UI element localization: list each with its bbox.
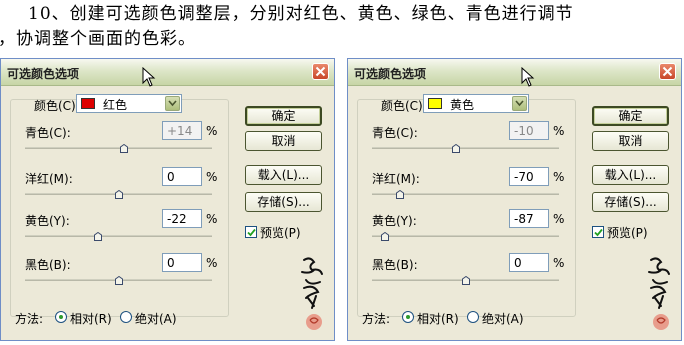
- dropdown-button[interactable]: [512, 96, 527, 111]
- slider-value-input[interactable]: -10: [509, 121, 549, 140]
- slider-value-input[interactable]: -22: [162, 209, 202, 228]
- slider-thumb[interactable]: [381, 232, 390, 241]
- radio-selected-dot: [406, 315, 410, 319]
- preview-label[interactable]: 预览(P): [607, 224, 648, 241]
- preview-checkbox[interactable]: [245, 226, 257, 238]
- signature-stamp-icon: [301, 257, 323, 330]
- slider-label: 黑色(B):: [372, 258, 418, 272]
- absolute-radio[interactable]: [120, 311, 132, 323]
- slider-thumb[interactable]: [114, 190, 123, 199]
- load-button[interactable]: 载入(L)...: [245, 165, 322, 185]
- slider-value-input[interactable]: -87: [509, 209, 549, 228]
- slider-label: 黄色(Y):: [25, 214, 70, 228]
- save-button[interactable]: 存储(S)...: [245, 192, 322, 212]
- relative-radio[interactable]: [402, 311, 414, 323]
- title-bar[interactable]: 可选颜色选项: [1, 59, 334, 87]
- relative-radio[interactable]: [55, 311, 67, 323]
- color-swatch: [428, 98, 442, 109]
- absolute-label[interactable]: 绝对(A): [482, 310, 524, 327]
- ok-button[interactable]: 确定: [592, 106, 669, 126]
- relative-label[interactable]: 相对(R): [417, 310, 459, 327]
- close-button[interactable]: [659, 63, 676, 80]
- slider-label: 黑色(B):: [25, 258, 71, 272]
- slider-label: 洋红(M):: [25, 172, 73, 186]
- checkmark-icon: [247, 228, 256, 237]
- dialog-title: 可选颜色选项: [7, 67, 80, 81]
- title-bar[interactable]: 可选颜色选项: [348, 59, 681, 87]
- color-label: 颜色(C):: [34, 99, 80, 113]
- slider-value-input[interactable]: +14: [162, 121, 202, 140]
- slider-thumb[interactable]: [396, 190, 405, 199]
- slider-track[interactable]: [372, 235, 559, 237]
- absolute-radio[interactable]: [467, 311, 479, 323]
- slider-label: 黄色(Y):: [372, 214, 417, 228]
- load-button[interactable]: 载入(L)...: [592, 165, 669, 185]
- mouse-pointer-icon: [142, 67, 156, 87]
- checkmark-icon: [594, 228, 603, 237]
- slider-value-input[interactable]: 0: [162, 167, 202, 186]
- slider-label: 洋红(M):: [372, 172, 420, 186]
- slider-thumb[interactable]: [114, 276, 123, 285]
- close-icon: [315, 66, 326, 77]
- percent-sign: %: [206, 170, 218, 184]
- ok-button[interactable]: 确定: [245, 106, 322, 126]
- color-select-value: 红色: [103, 98, 128, 112]
- slider-thumb[interactable]: [120, 144, 129, 153]
- slider-thumb[interactable]: [93, 232, 102, 241]
- color-label: 颜色(C):: [381, 99, 427, 113]
- caption-line-2: ，协调整个画面的色彩。: [0, 29, 196, 49]
- chevron-down-icon: [168, 100, 177, 107]
- color-swatch: [81, 98, 95, 109]
- slider-label: 青色(C):: [372, 126, 418, 140]
- slider-thumb[interactable]: [452, 144, 461, 153]
- mouse-pointer-icon: [521, 67, 535, 87]
- radio-selected-dot: [59, 315, 63, 319]
- slider-track[interactable]: [372, 147, 559, 149]
- percent-sign: %: [553, 170, 565, 184]
- slider-thumb[interactable]: [461, 276, 470, 285]
- percent-sign: %: [553, 256, 565, 270]
- preview-label[interactable]: 预览(P): [260, 224, 301, 241]
- method-label: 方法:: [15, 312, 44, 326]
- color-select-value: 黄色: [450, 98, 475, 112]
- method-label: 方法:: [362, 312, 391, 326]
- slider-track[interactable]: [25, 235, 212, 237]
- slider-label: 青色(C):: [25, 126, 71, 140]
- caption-line-1: 10、创建可选颜色调整层，分别对红色、黄色、绿色、青色进行调节: [28, 4, 574, 24]
- percent-sign: %: [206, 212, 218, 226]
- absolute-label[interactable]: 绝对(A): [135, 310, 177, 327]
- selective-color-dialog-left: 可选颜色选项 颜色(C): 红色 青色(C): +14% 洋红(M): 0% 黄色(Y)…: [0, 58, 335, 341]
- relative-label[interactable]: 相对(R): [70, 310, 112, 327]
- slider-value-input[interactable]: -70: [509, 167, 549, 186]
- preview-checkbox[interactable]: [592, 226, 604, 238]
- color-select[interactable]: 红色: [76, 94, 182, 113]
- percent-sign: %: [206, 124, 218, 138]
- cancel-button[interactable]: 取消: [245, 131, 322, 151]
- percent-sign: %: [553, 212, 565, 226]
- cancel-button[interactable]: 取消: [592, 131, 669, 151]
- dropdown-button[interactable]: [165, 96, 180, 111]
- close-icon: [662, 66, 673, 77]
- color-select[interactable]: 黄色: [423, 94, 529, 113]
- percent-sign: %: [553, 124, 565, 138]
- close-button[interactable]: [312, 63, 329, 80]
- slider-track[interactable]: [25, 147, 212, 149]
- slider-value-input[interactable]: 0: [509, 253, 549, 272]
- dialog-title: 可选颜色选项: [354, 67, 427, 81]
- slider-value-input[interactable]: 0: [162, 253, 202, 272]
- selective-color-dialog-right: 可选颜色选项 颜色(C): 黄色 青色(C): -10% 洋红(M): -70% 黄色(…: [347, 58, 682, 341]
- save-button[interactable]: 存储(S)...: [592, 192, 669, 212]
- percent-sign: %: [206, 256, 218, 270]
- chevron-down-icon: [515, 100, 524, 107]
- signature-stamp-icon: [648, 257, 670, 330]
